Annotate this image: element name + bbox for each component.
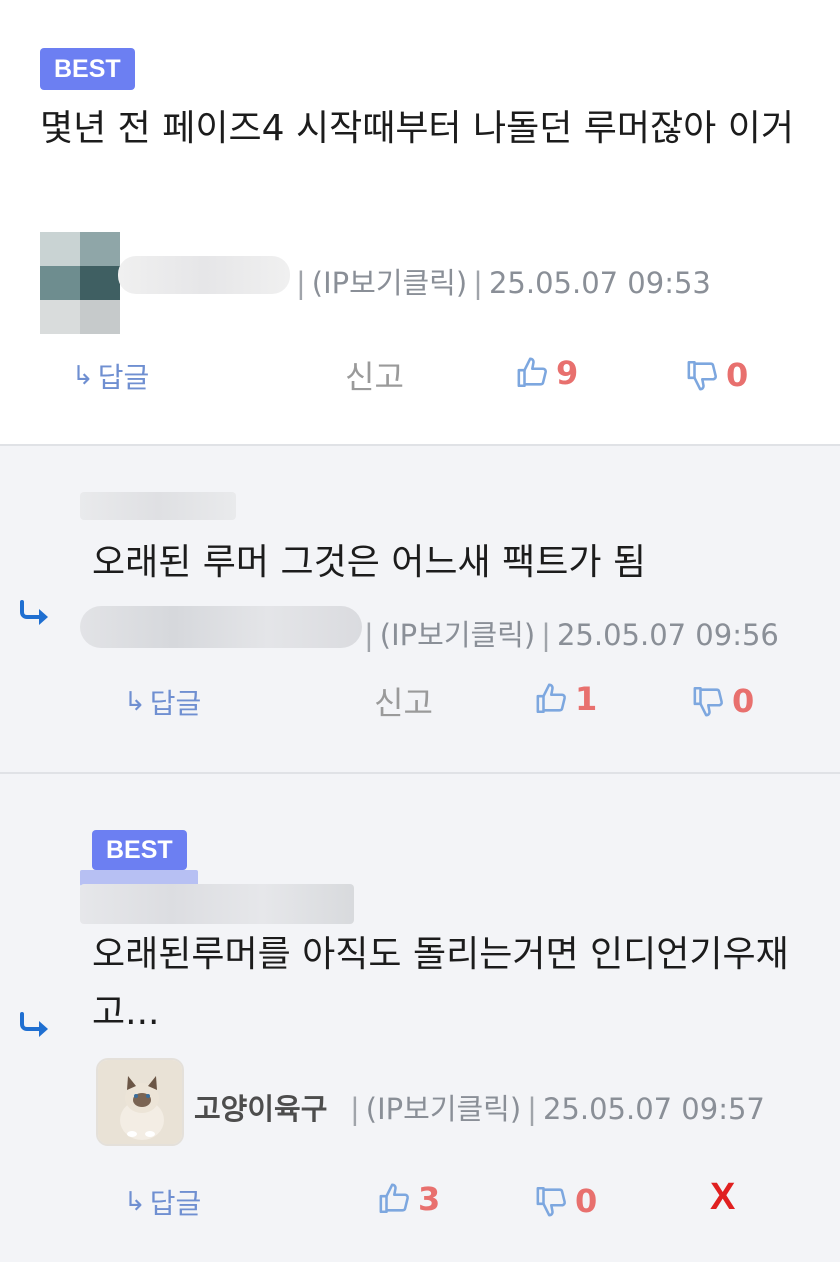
reply-target-blurred <box>80 492 236 520</box>
report-button[interactable]: 신고 <box>374 678 433 724</box>
like-button[interactable]: 9 <box>516 354 578 392</box>
thumbs-down-icon <box>687 360 717 391</box>
cat-avatar-icon <box>98 1060 182 1144</box>
reply-small-arrow-icon: ↳ <box>72 361 94 391</box>
thumbs-up-icon <box>536 683 566 714</box>
comment-2-reply: 오래된 루머 그것은 어느새 팩트가 됨 | (IP보기클릭) | 25.05.07 … <box>0 446 840 773</box>
like-button[interactable]: 1 <box>535 680 597 718</box>
comment-text: 몇년 전 페이즈4 시작때부터 나돌던 루머잖아 이거 <box>40 108 794 149</box>
author-name-blurred[interactable] <box>118 256 290 294</box>
dislike-button[interactable]: 0 <box>535 1182 597 1220</box>
thumbs-down-icon <box>536 1186 566 1217</box>
comment-text: 오래된루머를 아직도 돌리는거면 인디언기우재고... <box>92 934 789 1033</box>
comment-1: BEST 몇년 전 페이즈4 시작때부터 나돌던 루머잖아 이거 | (IP보기클… <box>0 0 840 445</box>
comment-3-reply: BEST 오래된루머를 아직도 돌리는거면 인디언기우재고... 고양이육구 |… <box>0 774 840 1262</box>
timestamp: 25.05.07 09:57 <box>542 1092 765 1126</box>
comment-text: 오래된 루머 그것은 어느새 팩트가 됨 <box>92 542 647 583</box>
reply-arrow-icon <box>20 600 48 625</box>
thumbs-down-icon <box>693 686 723 717</box>
reply-button[interactable]: ↳ 답글 <box>124 682 201 722</box>
dislike-count: 0 <box>575 1182 598 1220</box>
reply-target-blurred <box>80 884 354 924</box>
avatar[interactable] <box>40 232 120 334</box>
best-badge: BEST <box>92 830 187 870</box>
reply-button[interactable]: ↳ 답글 <box>72 356 149 396</box>
delete-button[interactable]: X <box>710 1176 735 1219</box>
like-count: 3 <box>418 1180 441 1218</box>
reply-small-arrow-icon: ↳ <box>124 687 146 717</box>
comment-meta: | (IP보기클릭) | 25.05.07 09:53 <box>296 266 711 300</box>
dislike-button[interactable]: 0 <box>686 356 748 394</box>
reply-small-arrow-icon: ↳ <box>124 1187 146 1217</box>
comment-meta: | (IP보기클릭) | 25.05.07 09:57 <box>350 1092 765 1126</box>
avatar[interactable] <box>96 1058 184 1146</box>
like-count: 1 <box>575 680 598 718</box>
dislike-count: 0 <box>732 682 755 720</box>
timestamp: 25.05.07 09:53 <box>488 266 711 300</box>
dislike-count: 0 <box>726 356 749 394</box>
like-count: 9 <box>556 354 579 392</box>
comment-meta: | (IP보기클릭) | 25.05.07 09:56 <box>364 618 779 652</box>
author-name-blurred[interactable] <box>80 606 362 648</box>
thumbs-up-icon <box>379 1183 409 1214</box>
thumbs-up-icon <box>517 357 547 388</box>
ip-link[interactable]: (IP보기클릭) <box>380 618 535 652</box>
ip-link[interactable]: (IP보기클릭) <box>366 1092 521 1126</box>
reply-button[interactable]: ↳ 답글 <box>124 1182 201 1222</box>
best-badge: BEST <box>40 48 135 90</box>
dislike-button[interactable]: 0 <box>692 682 754 720</box>
like-button[interactable]: 3 <box>378 1180 440 1218</box>
author-name[interactable]: 고양이육구 <box>194 1086 327 1128</box>
reply-arrow-icon <box>20 1012 48 1037</box>
report-button[interactable]: 신고 <box>345 352 404 398</box>
ip-link[interactable]: (IP보기클릭) <box>312 266 467 300</box>
timestamp: 25.05.07 09:56 <box>556 618 779 652</box>
